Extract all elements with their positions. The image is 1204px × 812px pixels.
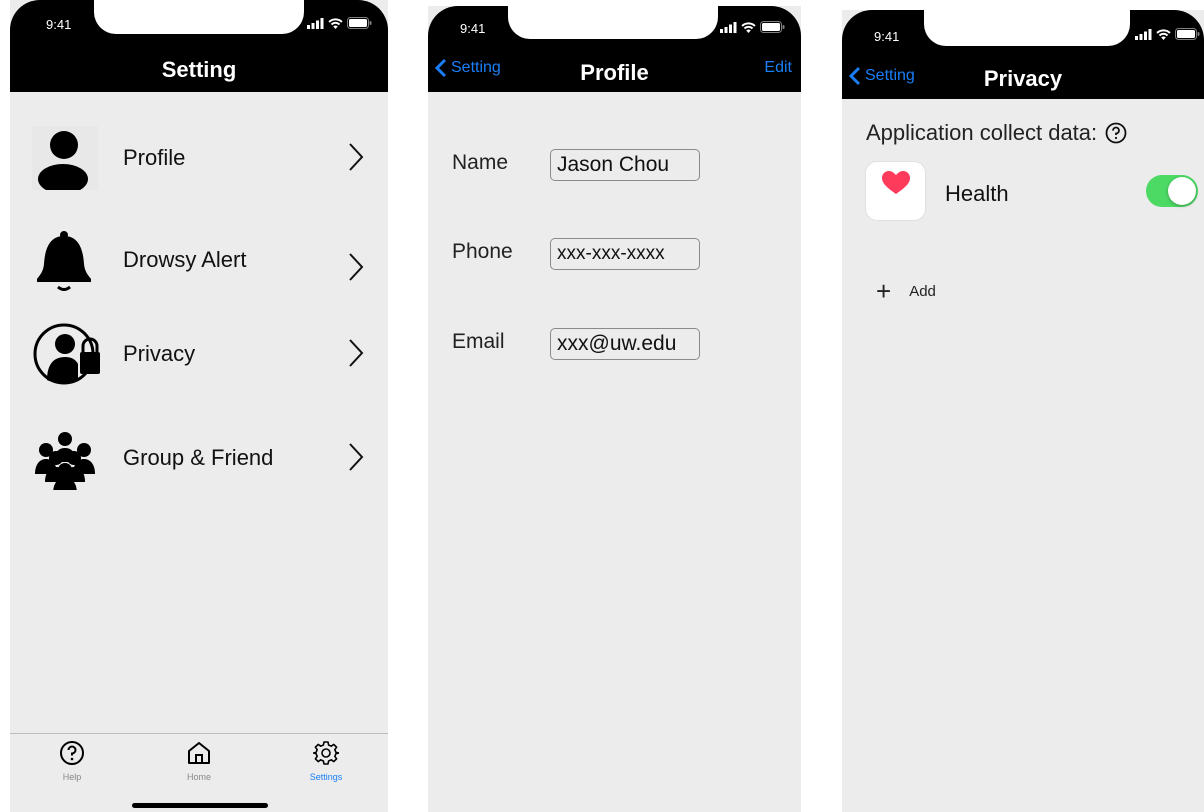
tab-home[interactable]: Home [164, 740, 234, 782]
status-icons [720, 21, 785, 33]
add-button[interactable]: + Add [876, 278, 936, 304]
page-title: Privacy [983, 66, 1063, 91]
navigation-bar: 9:41 Setting Profile Edit [428, 6, 801, 92]
heart-icon [882, 171, 910, 194]
tab-settings[interactable]: Settings [291, 740, 361, 782]
tab-label: Settings [309, 772, 343, 782]
chevron-right-icon [349, 143, 364, 171]
signal-icon [307, 17, 324, 29]
tab-label: Help [62, 772, 82, 782]
tab-label: Home [186, 772, 211, 782]
person-icon [32, 126, 98, 194]
email-label: Email [452, 330, 505, 353]
menu-item-label: Profile [123, 145, 186, 170]
help-circle-icon[interactable] [1105, 122, 1127, 144]
section-title-text: Application collect data: [866, 120, 1098, 145]
health-app-tile [865, 161, 926, 221]
menu-item-label: Drowsy Alert [123, 247, 247, 272]
wifi-icon [741, 21, 756, 33]
status-time: 9:41 [460, 21, 486, 36]
toggle-knob [1168, 177, 1196, 205]
status-time: 9:41 [874, 29, 900, 44]
signal-icon [720, 21, 737, 33]
phone-field[interactable] [550, 238, 700, 270]
chevron-right-icon [349, 253, 364, 281]
tab-help[interactable]: Help [37, 740, 107, 782]
gear-icon [313, 741, 339, 765]
help-circle-icon [60, 741, 84, 765]
device-notch [94, 0, 304, 34]
status-icons [307, 17, 372, 29]
setting-screen: 9:41 Setting Profile Drowsy Alert Privac… [10, 0, 388, 812]
page-title: Setting [161, 57, 237, 82]
profile-screen: 9:41 Setting Profile Edit Name Phone Ema… [428, 6, 801, 812]
name-label: Name [452, 151, 509, 174]
menu-item-profile[interactable]: Profile [10, 118, 388, 198]
phone-label: Phone [452, 240, 513, 263]
page-title: Profile [580, 60, 649, 85]
battery-icon [1175, 28, 1200, 40]
privacy-screen: 9:41 Setting Privacy Application collect… [842, 10, 1204, 812]
wifi-icon [328, 17, 343, 29]
add-label: Add [909, 282, 936, 300]
wifi-icon [1156, 28, 1171, 40]
home-icon [188, 742, 210, 764]
status-time: 9:41 [46, 17, 72, 32]
navigation-bar: 9:41 Setting [10, 0, 388, 92]
edit-button[interactable]: Edit [764, 59, 792, 77]
menu-item-privacy[interactable]: Privacy [10, 314, 388, 394]
device-notch [924, 10, 1130, 46]
signal-icon [1135, 28, 1152, 40]
home-indicator [132, 803, 268, 808]
battery-icon [760, 21, 785, 33]
health-label: Health [945, 181, 1009, 206]
name-field[interactable] [550, 149, 700, 181]
menu-item-group-friend[interactable]: Group & Friend [10, 418, 388, 498]
battery-icon [347, 17, 372, 29]
group-icon [32, 426, 98, 494]
health-toggle[interactable] [1146, 175, 1198, 207]
menu-item-label: Privacy [123, 341, 196, 366]
chevron-right-icon [349, 339, 364, 367]
device-notch [508, 6, 718, 39]
status-icons [1135, 28, 1200, 40]
menu-item-drowsy-alert[interactable]: Drowsy Alert [10, 220, 388, 300]
plus-icon: + [876, 276, 892, 306]
user-lock-icon [32, 322, 100, 386]
section-title: Application collect data: [866, 120, 1127, 146]
email-field[interactable] [550, 328, 700, 360]
chevron-right-icon [349, 443, 364, 471]
bell-icon [32, 228, 98, 292]
tab-bar: Help Home Settings [10, 733, 388, 812]
menu-item-label: Group & Friend [123, 445, 274, 470]
navigation-bar: 9:41 Setting Privacy [842, 10, 1204, 99]
